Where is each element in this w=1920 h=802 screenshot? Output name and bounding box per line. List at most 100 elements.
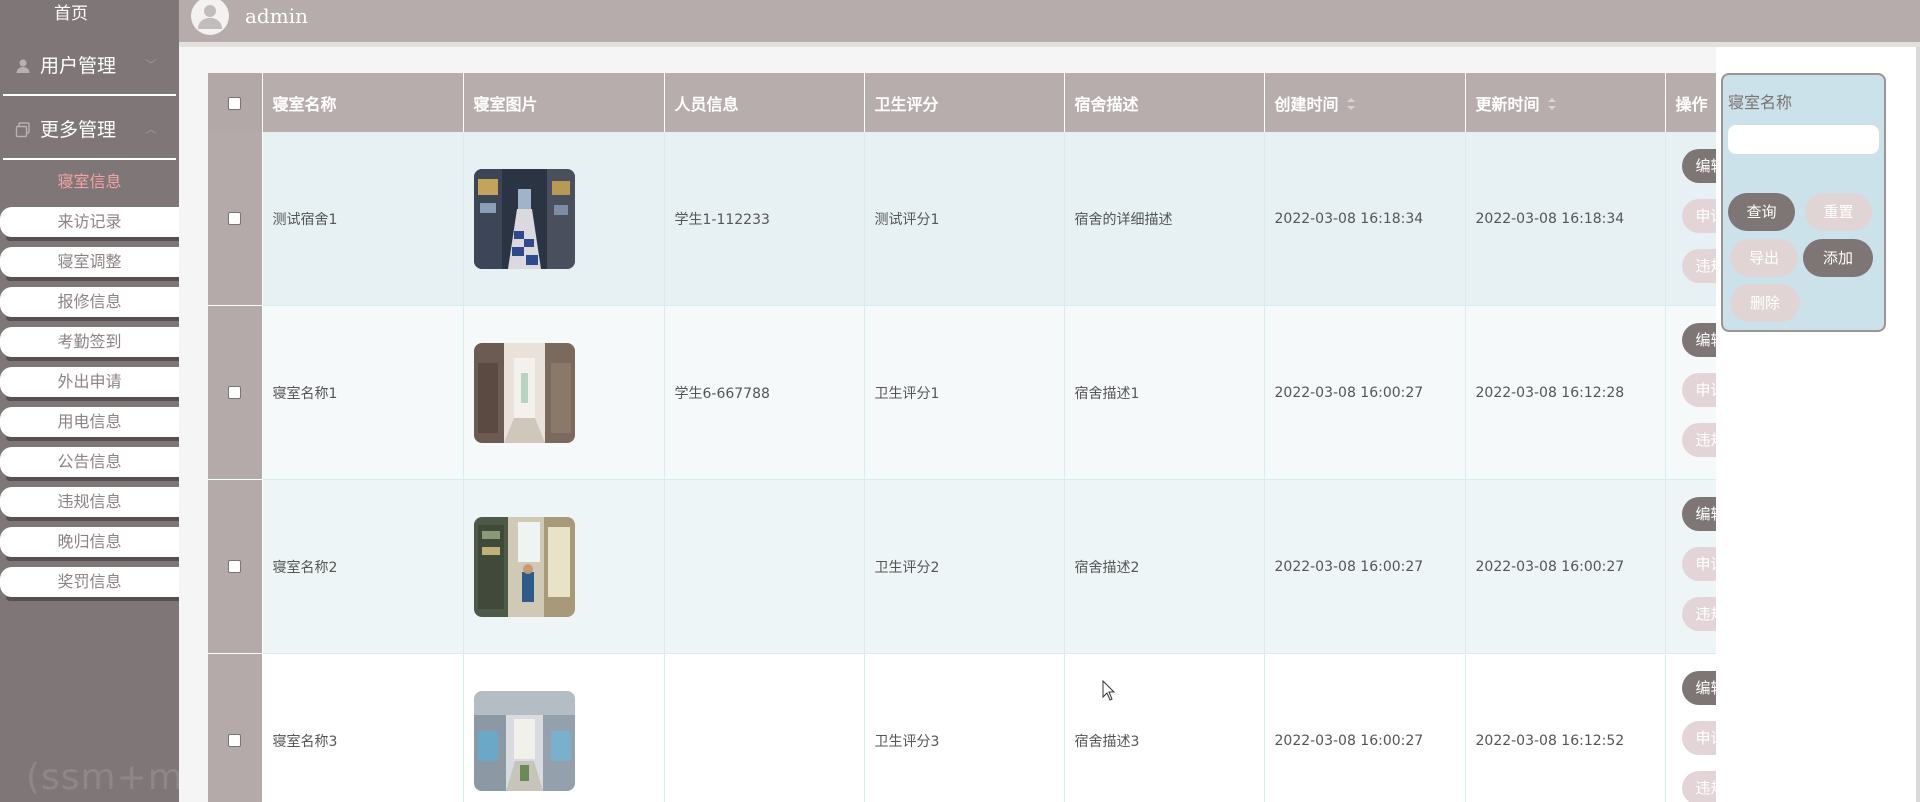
dorm-name-cell: 测试宿舍1 xyxy=(262,132,464,306)
row-checkbox[interactable] xyxy=(228,212,242,225)
dorm-image-cell xyxy=(463,305,665,480)
select-all-cell xyxy=(208,73,263,132)
sidebar-divider xyxy=(3,158,176,160)
query-button[interactable]: 查询 xyxy=(1728,193,1795,231)
actions-cell: 编辑 申请 违规 xyxy=(1665,479,1716,654)
scrollbar[interactable] xyxy=(1916,47,1920,802)
chevron-down-icon: ﹀ xyxy=(145,58,158,72)
people-info-cell: 学生6-667788 xyxy=(664,305,865,480)
chevron-up-icon: ︿ xyxy=(145,122,158,136)
dorm-name-cell: 寝室名称2 xyxy=(262,479,464,654)
column-header-name: 寝室名称 xyxy=(262,73,464,132)
sidebar-item-dorm-info[interactable]: 寝室信息 xyxy=(0,168,179,196)
column-header-created-label: 创建时间 xyxy=(1274,94,1339,114)
table-row: 测试宿舍1 学生1-112233 测试评分1 宿舍的详细描述 2022-03-0… xyxy=(208,132,1716,306)
select-all-checkbox[interactable] xyxy=(228,97,242,110)
copy-icon xyxy=(15,122,31,138)
avatar[interactable] xyxy=(191,0,229,35)
add-button[interactable]: 添加 xyxy=(1803,239,1873,277)
dorm-name-cell: 寝室名称3 xyxy=(262,653,464,802)
violation-button[interactable]: 违规 xyxy=(1681,423,1715,457)
table-row: 寝室名称2 卫生评分2 宿舍描述2 2022-03-08 16:00:27 20… xyxy=(208,479,1716,654)
reset-button[interactable]: 重置 xyxy=(1805,193,1872,231)
column-header-updated-label: 更新时间 xyxy=(1475,94,1540,114)
edit-button[interactable]: 编辑 xyxy=(1681,671,1715,705)
table-header: 寝室名称 寝室图片 人员信息 卫生评分 宿舍描述 创建时间 更新时间 操作 xyxy=(208,73,1716,132)
user-icon xyxy=(15,58,31,74)
column-header-image: 寝室图片 xyxy=(463,73,665,132)
row-select-cell xyxy=(208,479,263,654)
row-checkbox[interactable] xyxy=(228,560,242,573)
created-time-cell: 2022-03-08 16:00:27 xyxy=(1264,479,1466,654)
dorm-photo[interactable] xyxy=(473,168,575,269)
row-actions: 编辑 申请 违规 xyxy=(1666,480,1715,653)
sidebar-item[interactable]: 来访记录 xyxy=(0,207,179,241)
sort-icon[interactable] xyxy=(1547,98,1556,110)
edit-button[interactable]: 编辑 xyxy=(1681,323,1715,357)
search-panel: 寝室名称 查询 重置 导出 添加 删除 xyxy=(1721,73,1886,332)
updated-time-cell: 2022-03-08 16:18:34 xyxy=(1465,132,1666,306)
dorm-desc-cell: 宿舍的详细描述 xyxy=(1064,132,1265,306)
export-button[interactable]: 导出 xyxy=(1730,239,1798,277)
hygiene-score-cell: 卫生评分2 xyxy=(864,479,1065,654)
sidebar-item[interactable]: 报修信息 xyxy=(0,287,179,321)
dorm-name-cell: 寝室名称1 xyxy=(262,305,464,480)
violation-button[interactable]: 违规 xyxy=(1681,249,1715,283)
sort-icon[interactable] xyxy=(1346,98,1355,110)
row-select-cell xyxy=(208,653,263,802)
hygiene-score-cell: 卫生评分1 xyxy=(864,305,1065,480)
edit-button[interactable]: 编辑 xyxy=(1681,149,1715,183)
sidebar-item[interactable]: 用电信息 xyxy=(0,407,179,441)
column-header-people: 人员信息 xyxy=(664,73,865,132)
edit-button[interactable]: 编辑 xyxy=(1681,497,1715,531)
table-row: 寝室名称3 卫生评分3 宿舍描述3 2022-03-08 16:00:27 20… xyxy=(208,653,1716,802)
violation-button[interactable]: 违规 xyxy=(1681,597,1715,631)
column-header-created[interactable]: 创建时间 xyxy=(1264,73,1466,132)
sidebar-group-label: 用户管理 xyxy=(40,55,117,77)
created-time-cell: 2022-03-08 16:00:27 xyxy=(1264,305,1466,480)
row-checkbox[interactable] xyxy=(228,386,242,399)
hygiene-score-cell: 测试评分1 xyxy=(864,132,1065,306)
dorm-image-cell xyxy=(463,479,665,654)
hygiene-score-cell: 卫生评分3 xyxy=(864,653,1065,802)
sidebar-item[interactable]: 外出申请 xyxy=(0,367,179,401)
apply-button[interactable]: 申请 xyxy=(1681,373,1715,407)
actions-cell: 编辑 申请 违规 xyxy=(1665,653,1716,802)
row-actions: 编辑 申请 违规 xyxy=(1666,306,1715,479)
sidebar-item[interactable]: 寝室调整 xyxy=(0,247,179,281)
apply-button[interactable]: 申请 xyxy=(1681,547,1715,581)
dorm-photo[interactable] xyxy=(473,516,575,617)
column-header-updated[interactable]: 更新时间 xyxy=(1465,73,1666,132)
dorm-desc-cell: 宿舍描述2 xyxy=(1064,479,1265,654)
people-info-cell xyxy=(664,479,865,654)
apply-button[interactable]: 申请 xyxy=(1681,199,1715,233)
people-info-cell xyxy=(664,653,865,802)
sidebar-group-more-management[interactable]: 更多管理 ︿ xyxy=(0,100,179,162)
dorm-photo[interactable] xyxy=(473,342,575,443)
dorm-desc-cell: 宿舍描述3 xyxy=(1064,653,1265,802)
sidebar-home-link[interactable]: 首页 xyxy=(0,0,142,28)
username: admin xyxy=(245,4,308,28)
apply-button[interactable]: 申请 xyxy=(1681,721,1715,755)
created-time-cell: 2022-03-08 16:18:34 xyxy=(1264,132,1466,306)
sidebar-item[interactable]: 晚归信息 xyxy=(0,527,179,561)
sidebar-divider xyxy=(3,94,176,96)
delete-button[interactable]: 删除 xyxy=(1730,284,1800,322)
people-info-cell: 学生1-112233 xyxy=(664,132,865,306)
dorm-photo[interactable] xyxy=(473,690,575,791)
violation-button[interactable]: 违规 xyxy=(1681,771,1715,802)
sidebar-group-user-management[interactable]: 用户管理 ﹀ xyxy=(0,36,179,98)
sidebar-item[interactable]: 公告信息 xyxy=(0,447,179,481)
row-actions: 编辑 申请 违规 xyxy=(1666,132,1715,305)
dorm-table: 寝室名称 寝室图片 人员信息 卫生评分 宿舍描述 创建时间 更新时间 操作 测试… xyxy=(208,73,1716,802)
search-label: 寝室名称 xyxy=(1728,93,1793,112)
updated-time-cell: 2022-03-08 16:12:52 xyxy=(1465,653,1666,802)
sidebar-item[interactable]: 考勤签到 xyxy=(0,327,179,361)
row-checkbox[interactable] xyxy=(228,734,242,747)
dorm-desc-cell: 宿舍描述1 xyxy=(1064,305,1265,480)
sidebar-item[interactable]: 奖罚信息 xyxy=(0,567,179,601)
actions-cell: 编辑 申请 违规 xyxy=(1665,132,1716,306)
sidebar-item[interactable]: 违规信息 xyxy=(0,487,179,521)
column-header-actions: 操作 xyxy=(1665,73,1716,132)
dorm-name-search-input[interactable] xyxy=(1728,125,1879,154)
